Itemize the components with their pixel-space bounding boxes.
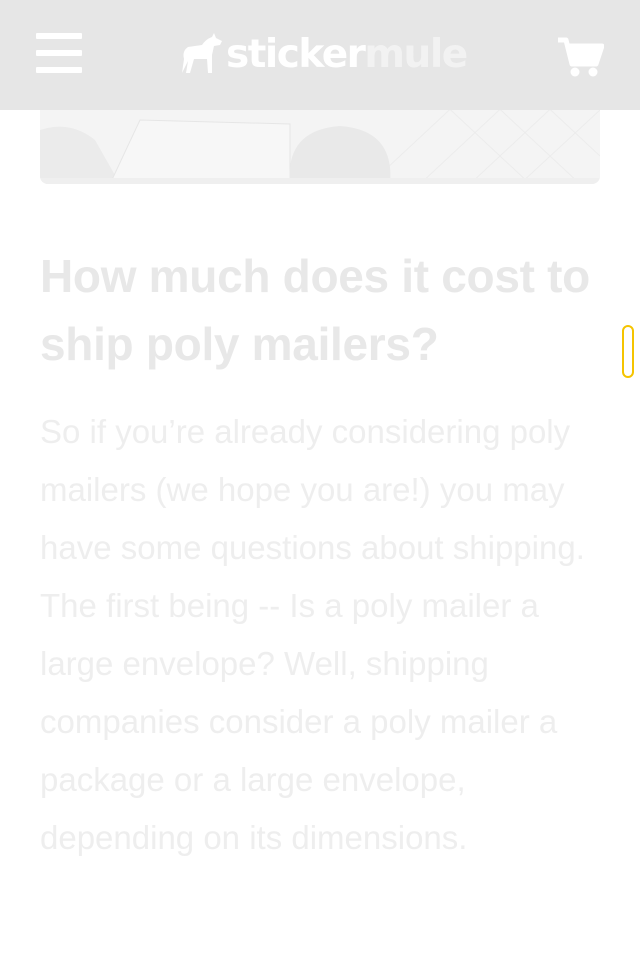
- logo-text-mule: mule: [364, 31, 468, 77]
- shopping-cart-icon[interactable]: [556, 36, 605, 78]
- mule-logo-icon: [182, 33, 222, 73]
- scroll-indicator-handle[interactable]: [622, 325, 634, 378]
- hamburger-menu-icon[interactable]: [36, 33, 82, 73]
- logo-text-sticker: sticker: [226, 31, 366, 77]
- sticker-mule-logo[interactable]: sticker mule: [178, 30, 468, 78]
- article-paragraph: So if you’re already considering poly ma…: [40, 413, 585, 856]
- article-heading: How much does it cost to ship poly maile…: [40, 250, 590, 370]
- page: sticker mule How much does it cost to shi…: [0, 0, 640, 959]
- site-header: sticker mule: [0, 0, 640, 110]
